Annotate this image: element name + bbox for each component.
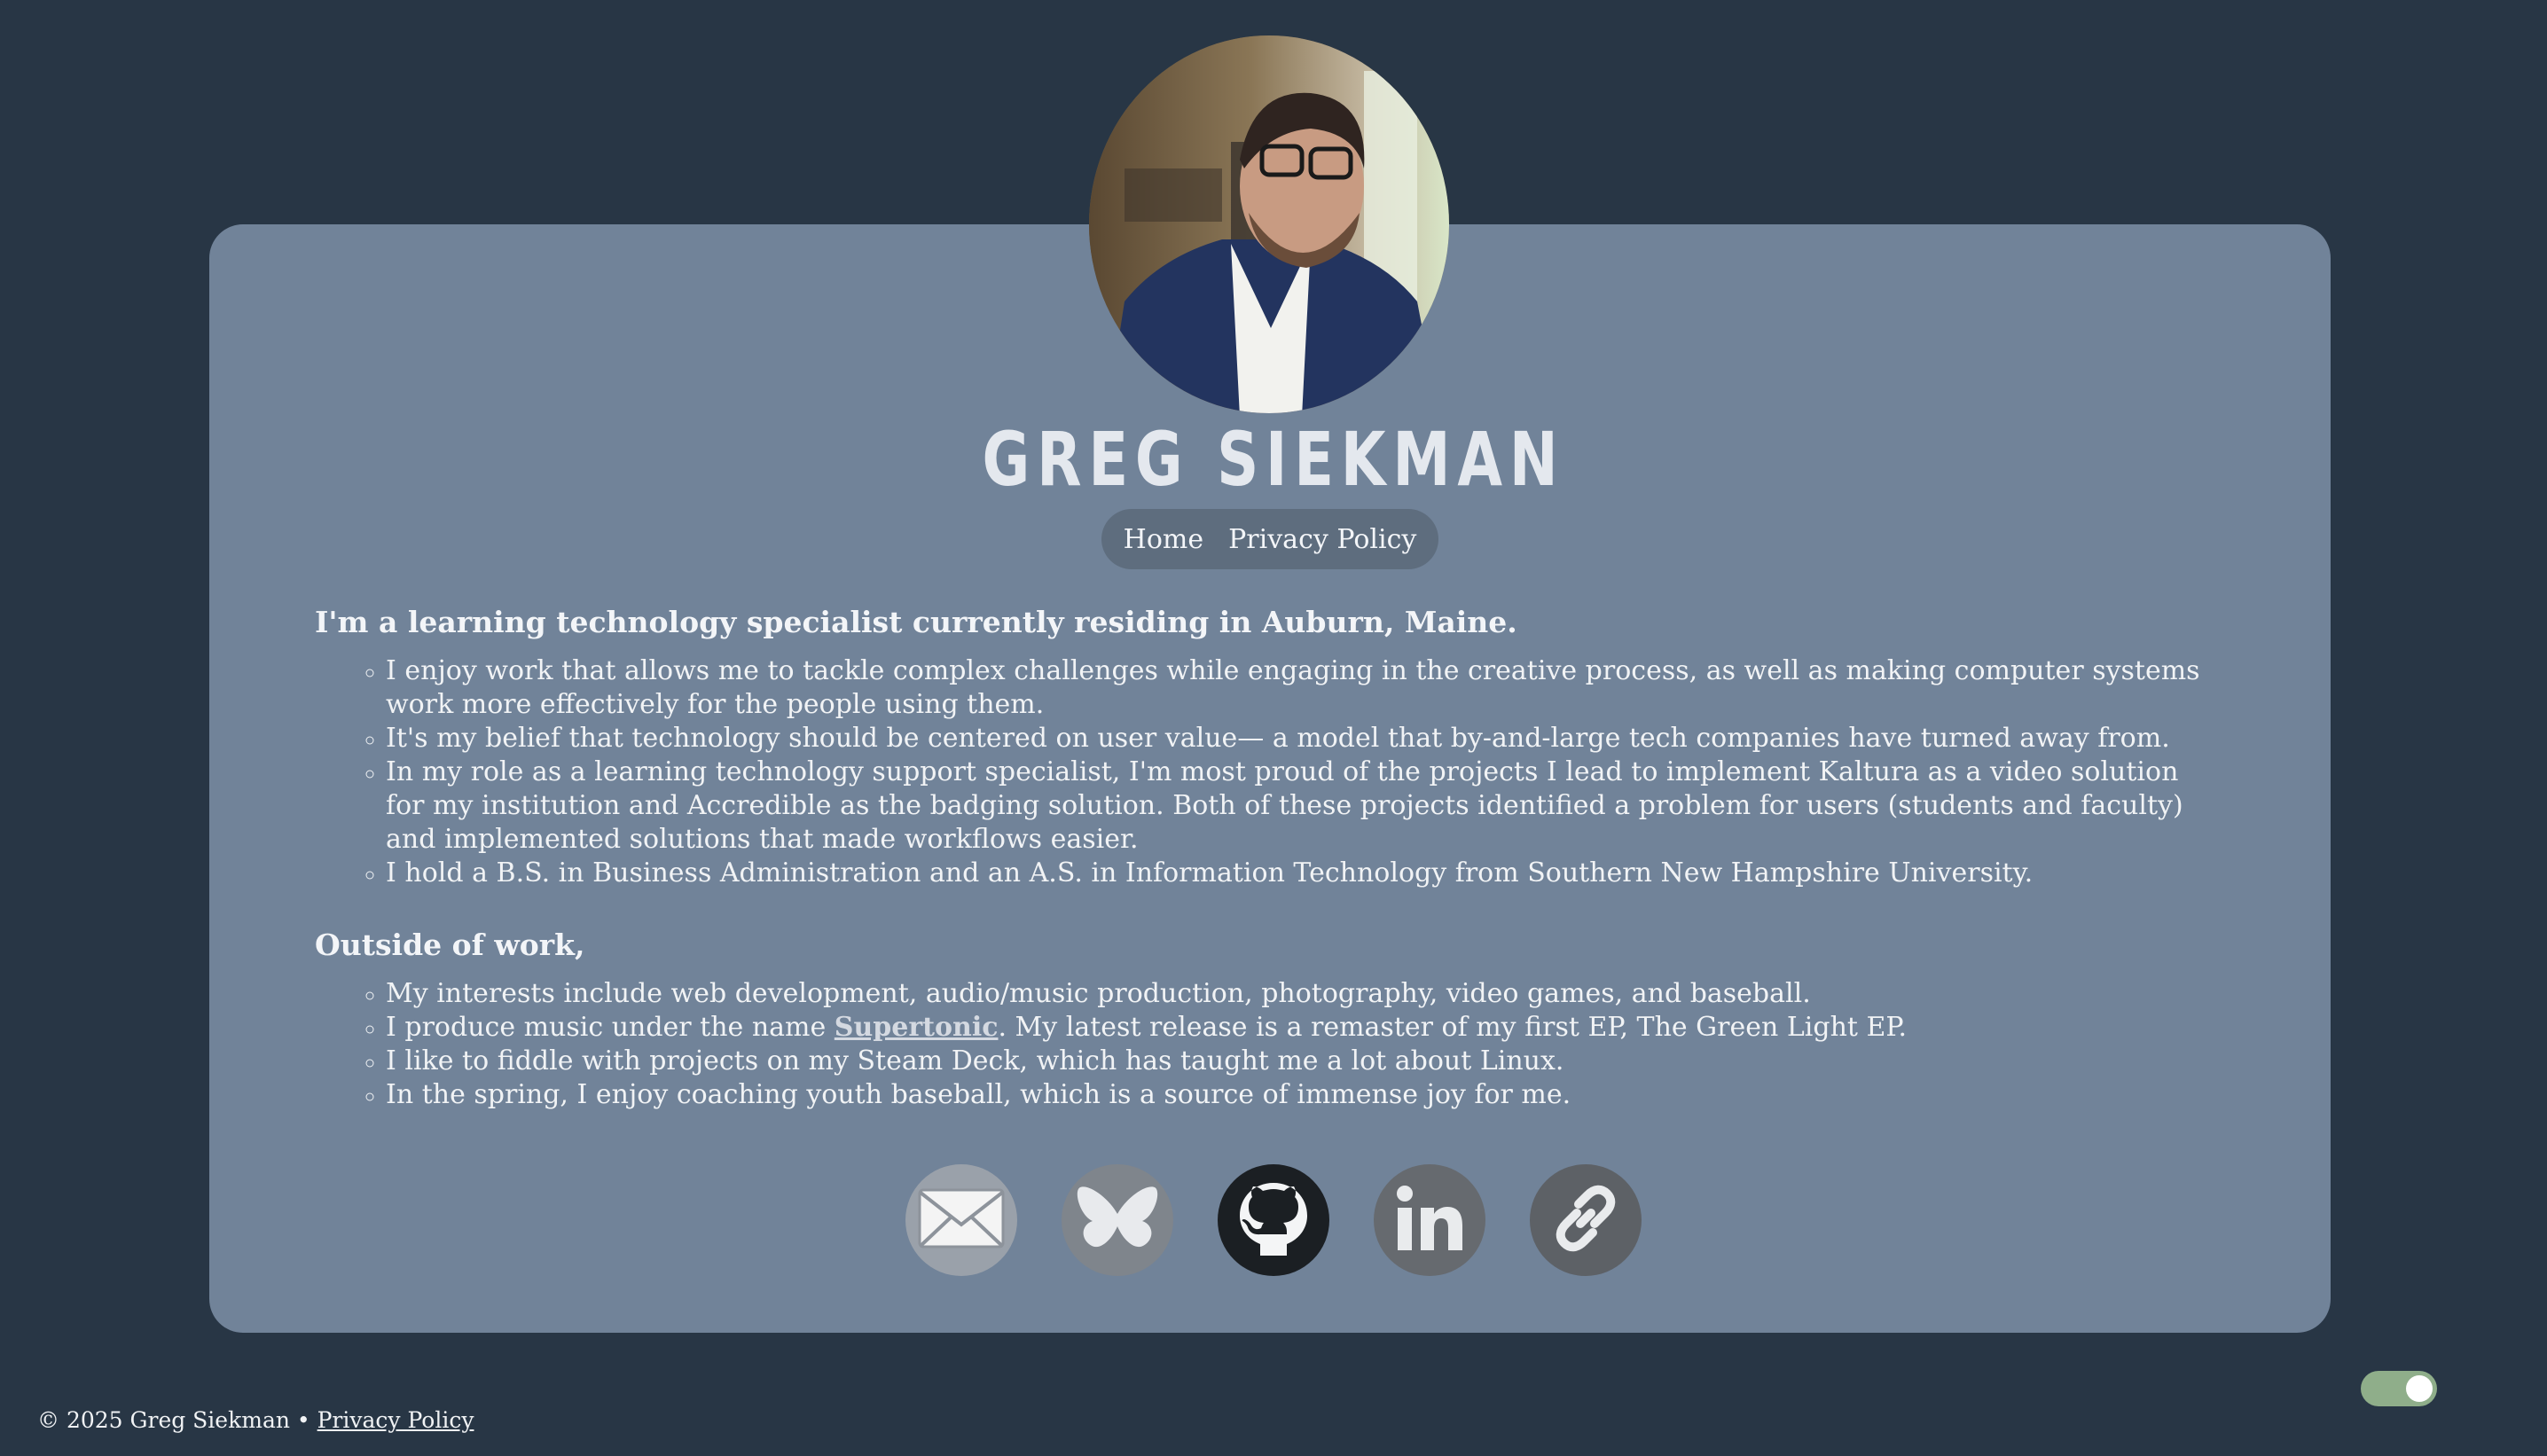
bluesky-button[interactable] [1062, 1164, 1173, 1276]
github-icon [1231, 1176, 1316, 1264]
about-list: I enjoy work that allows me to tackle co… [315, 654, 2222, 890]
outside-list: My interests include web development, au… [315, 977, 2222, 1112]
list-item: It's my belief that technology should be… [386, 722, 2222, 755]
copyright-text: © 2025 Greg Siekman • [37, 1407, 317, 1433]
list-item: I hold a B.S. in Business Administration… [386, 857, 2222, 890]
footer-privacy-link[interactable]: Privacy Policy [317, 1407, 474, 1433]
email-icon [917, 1187, 1006, 1253]
list-item-text: I produce music under the name [386, 1012, 835, 1043]
linkedin-icon [1394, 1183, 1465, 1257]
list-item: I produce music under the name Supertoni… [386, 1011, 2222, 1045]
list-item: I enjoy work that allows me to tackle co… [386, 654, 2222, 722]
about-heading: I'm a learning technology specialist cur… [315, 605, 1517, 639]
bluesky-icon [1077, 1182, 1158, 1258]
footer: © 2025 Greg Siekman • Privacy Policy [37, 1407, 474, 1433]
list-item: In the spring, I enjoy coaching youth ba… [386, 1078, 2222, 1112]
nav-privacy-link[interactable]: Privacy Policy [1228, 524, 1416, 555]
website-link-button[interactable] [1530, 1164, 1642, 1276]
linkedin-button[interactable] [1374, 1164, 1485, 1276]
nav-home-link[interactable]: Home [1124, 524, 1203, 555]
github-button[interactable] [1218, 1164, 1329, 1276]
toggle-knob [2406, 1375, 2433, 1402]
link-icon [1547, 1179, 1625, 1261]
email-button[interactable] [905, 1164, 1017, 1276]
social-links [0, 1164, 2547, 1276]
profile-name: GREG SIEKMAN [982, 416, 1565, 503]
list-item: I like to fiddle with projects on my Ste… [386, 1045, 2222, 1078]
main-content: I'm a learning technology specialist cur… [315, 599, 2222, 1144]
outside-heading: Outside of work, [315, 928, 585, 962]
theme-toggle[interactable] [2361, 1371, 2437, 1406]
list-item: My interests include web development, au… [386, 977, 2222, 1011]
list-item: In my role as a learning technology supp… [386, 755, 2222, 857]
main-nav: Home Privacy Policy [1101, 509, 1438, 569]
list-item-text: . My latest release is a remaster of my … [998, 1012, 1908, 1043]
supertonic-link[interactable]: Supertonic [835, 1012, 999, 1043]
profile-photo [1089, 35, 1449, 413]
